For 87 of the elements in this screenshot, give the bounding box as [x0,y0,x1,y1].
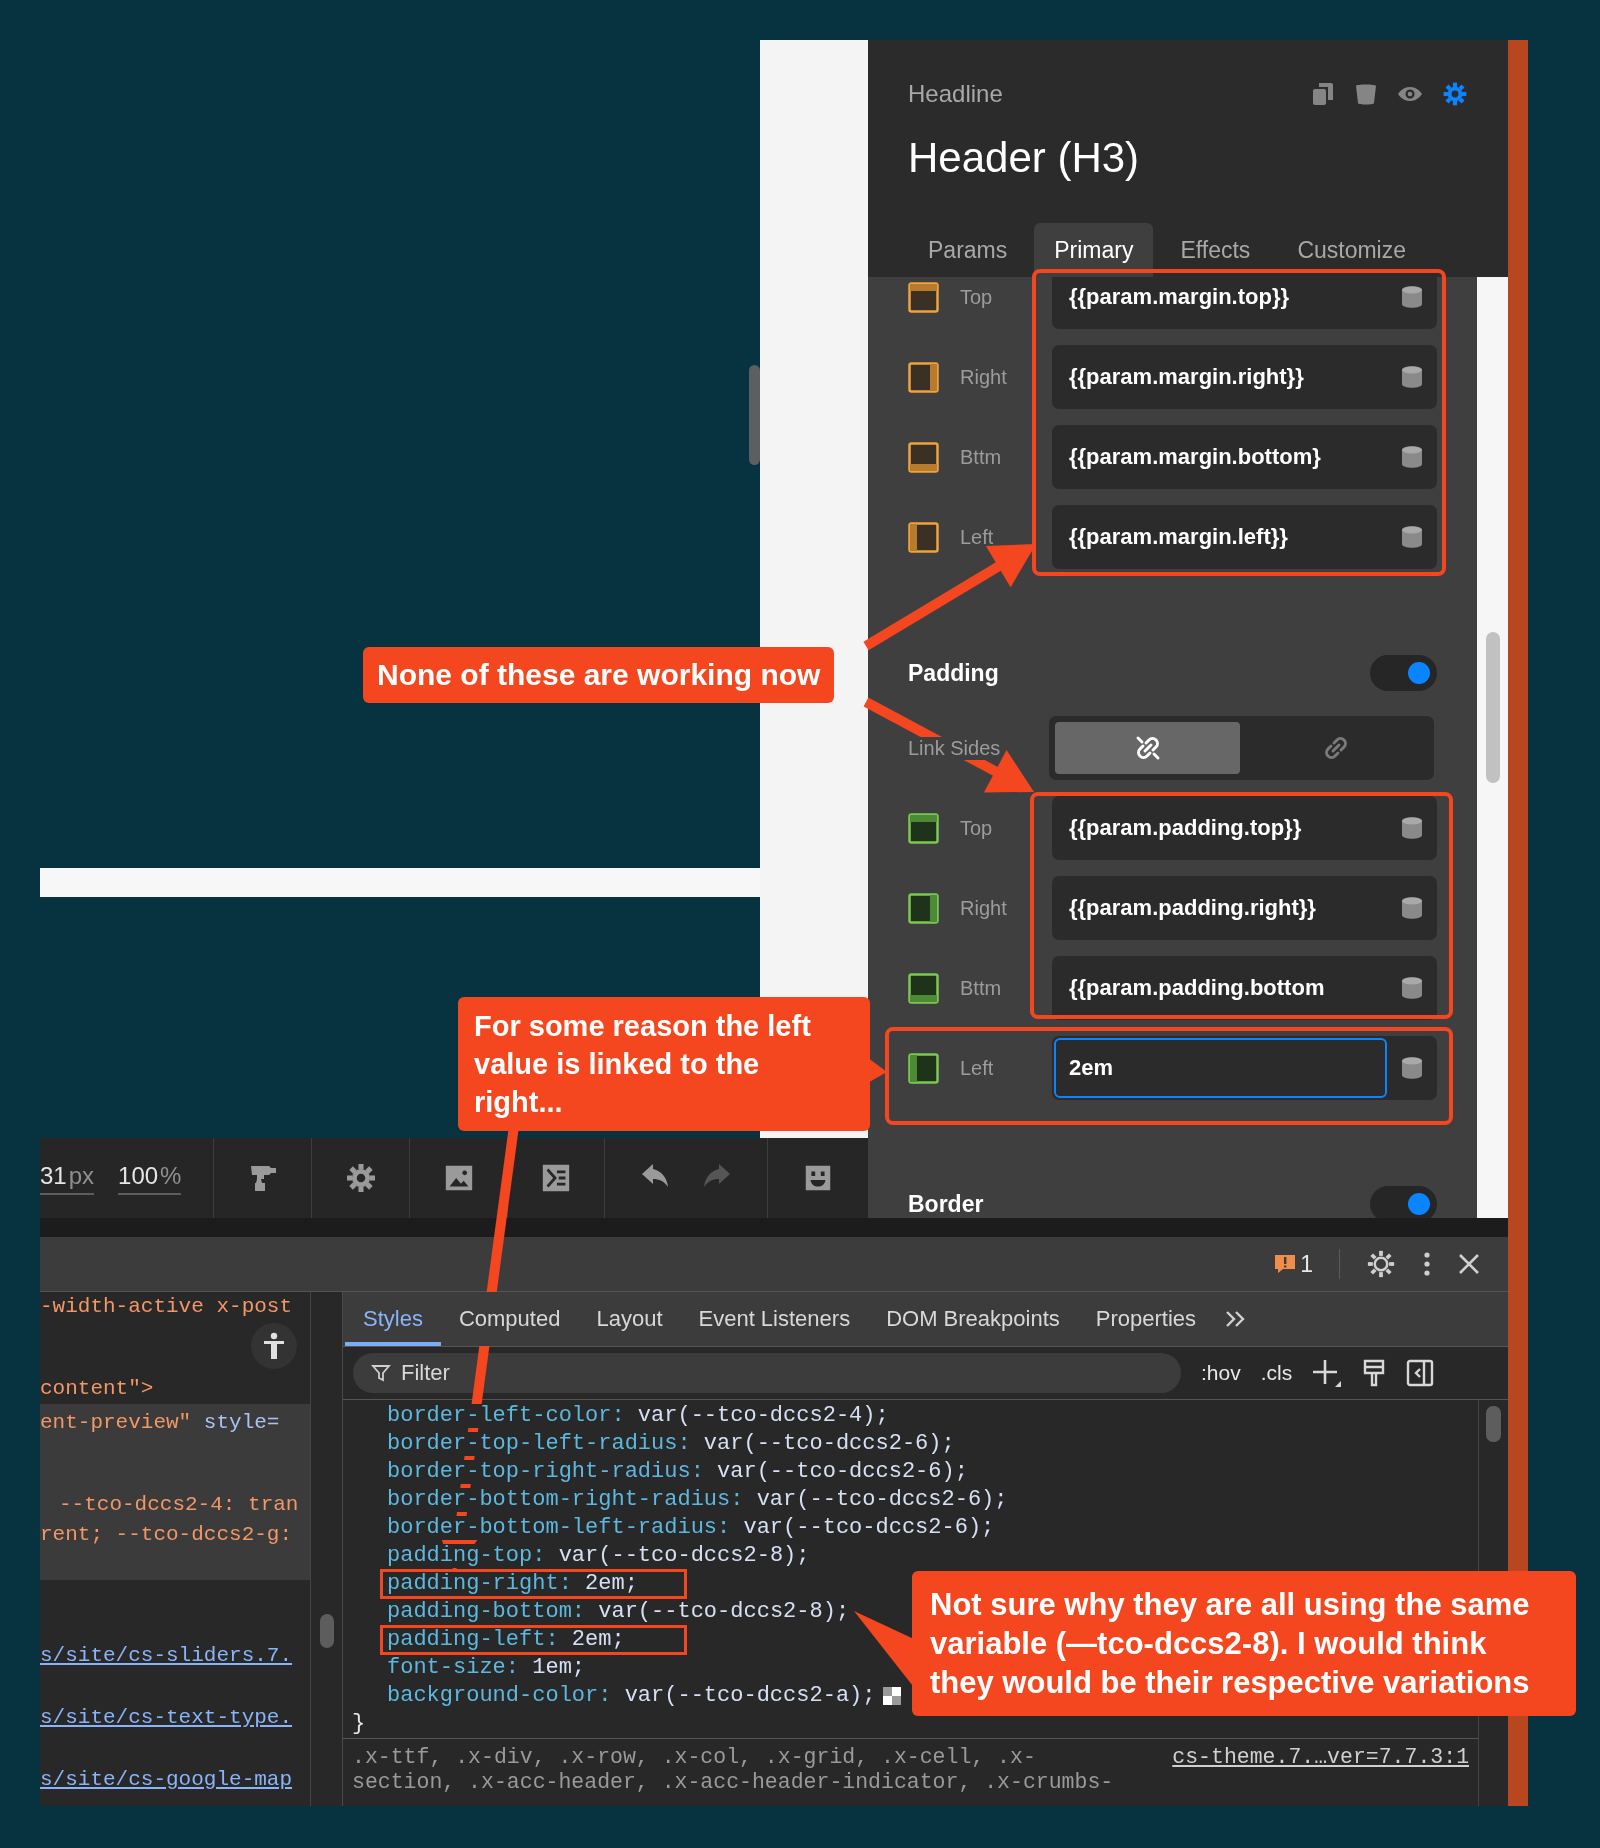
zoom-readout[interactable]: 100% [118,1161,182,1195]
accessibility-button[interactable] [251,1323,297,1369]
element-title: Header (H3) [908,133,1141,183]
field-label: Top [960,285,994,309]
annotation-callout: None of these are working now [363,647,835,703]
unlink-button[interactable] [1055,722,1240,774]
plus-icon[interactable] [1312,1358,1343,1388]
link-icon [1323,735,1350,761]
inspector-tab[interactable]: Params [908,223,1028,277]
color-swatch[interactable] [883,1687,902,1705]
toggle-switch[interactable] [1370,1186,1437,1218]
more-options-icon[interactable] [1422,1251,1432,1277]
input-field[interactable]: {{param.margin.top}} [1052,277,1437,329]
code-line: ent-preview" style= [40,1410,281,1436]
database-icon[interactable] [1401,1056,1423,1080]
close-icon[interactable] [1458,1253,1480,1275]
gear-icon [344,1162,377,1194]
database-icon[interactable] [1401,816,1423,840]
box-side-icon [908,892,939,924]
toggle-switch[interactable] [1370,655,1437,691]
scrollbar-thumb[interactable] [1485,632,1500,783]
copy-icon[interactable] [1311,82,1335,106]
style-toggle[interactable]: :hov [1201,1361,1241,1385]
database-icon[interactable] [1401,285,1423,309]
box-side-icon [908,441,939,473]
box-side-icon [908,812,939,844]
console-icon [540,1162,572,1194]
field-label: Right [960,365,1008,389]
source-link[interactable]: s/site/cs-sliders.7. [40,1641,310,1671]
resize-handle[interactable] [749,365,760,465]
css-selector: .x-ttf, .x-div, .x-row, .x-col, .x-grid, .x-cell, .x- [352,1745,1037,1770]
field-label: Top [960,816,994,840]
input-field[interactable]: {{param.padding.top}} [1052,796,1437,860]
css-selector: section, .x-acc-header, .x-acc-header-indicator, .x-crumbs- [352,1770,1114,1795]
box-side-icon [908,361,939,393]
database-icon[interactable] [1401,365,1423,389]
source-link[interactable]: s/site/cs-google-map [40,1765,310,1795]
database-icon[interactable] [1401,976,1423,1000]
annotation-callout: For some reason the left value is linked to the right... [458,997,870,1131]
scrollbar-thumb[interactable] [319,1614,334,1648]
sidebar-toggle-icon[interactable] [1406,1359,1435,1387]
broken-link-icon [1134,735,1161,761]
box-side-icon [908,281,939,313]
css-declaration[interactable]: padding-left: 2em; [380,1625,687,1655]
css-declaration[interactable]: padding-right: 2em; [380,1569,687,1599]
inspector-tab[interactable]: Primary [1034,223,1154,277]
input-field[interactable]: 2em [1052,1036,1437,1100]
section-title: Border [908,1190,984,1218]
scrollbar-thumb[interactable] [1486,1406,1501,1442]
field-label: Left [960,1056,995,1080]
settings-icon[interactable] [1442,81,1468,107]
issues-badge[interactable]: 1 [1274,1250,1313,1278]
code-line: content"> [40,1376,155,1402]
field-label: Left [960,525,995,549]
input-field[interactable]: {{param.margin.right}} [1052,345,1437,409]
source-link[interactable]: s/site/cs-text-type. [40,1703,310,1733]
input-field[interactable]: {{param.margin.bottom} [1052,425,1437,489]
field-label: Link Sides [908,736,1001,760]
box-side-icon [908,521,939,553]
person-icon [262,1332,286,1360]
trash-icon[interactable] [1354,82,1378,106]
warning-message-icon [1274,1253,1297,1275]
database-icon[interactable] [1401,896,1423,920]
field-label: Bttm [960,976,1003,1000]
inspector-tab[interactable]: Effects [1160,223,1271,277]
code-line: --tco-dccs2-4: tran [58,1492,300,1518]
source-link[interactable]: cs-theme.7.…ver=7.7.3:1 [1172,1745,1470,1770]
code-line: -width-active x-post [40,1294,294,1320]
filter-field[interactable]: Filter [353,1353,1181,1393]
inspector-tab[interactable]: Customize [1277,223,1427,277]
style-toggle[interactable]: .cls [1260,1361,1293,1385]
box-side-icon [908,1052,939,1084]
paintbrush-icon[interactable] [1362,1358,1387,1388]
code-line: rent; --tco-dccs2-g: [40,1522,294,1548]
box-side-icon [908,972,939,1004]
element-type-label: Headline [908,80,1003,108]
input-field[interactable]: {{param.margin.left}} [1052,505,1437,569]
filter-icon [371,1363,391,1383]
database-icon[interactable] [1401,445,1423,469]
database-icon[interactable] [1401,525,1423,549]
field-label: Right [960,896,1008,920]
section-title: Padding [908,659,999,687]
input-field[interactable]: {{param.padding.right}} [1052,876,1437,940]
width-readout[interactable]: 31px [40,1161,95,1195]
input-field[interactable]: {{param.padding.bottom [1052,956,1437,1020]
field-label: Bttm [960,445,1003,469]
settings-icon[interactable] [1366,1249,1396,1279]
